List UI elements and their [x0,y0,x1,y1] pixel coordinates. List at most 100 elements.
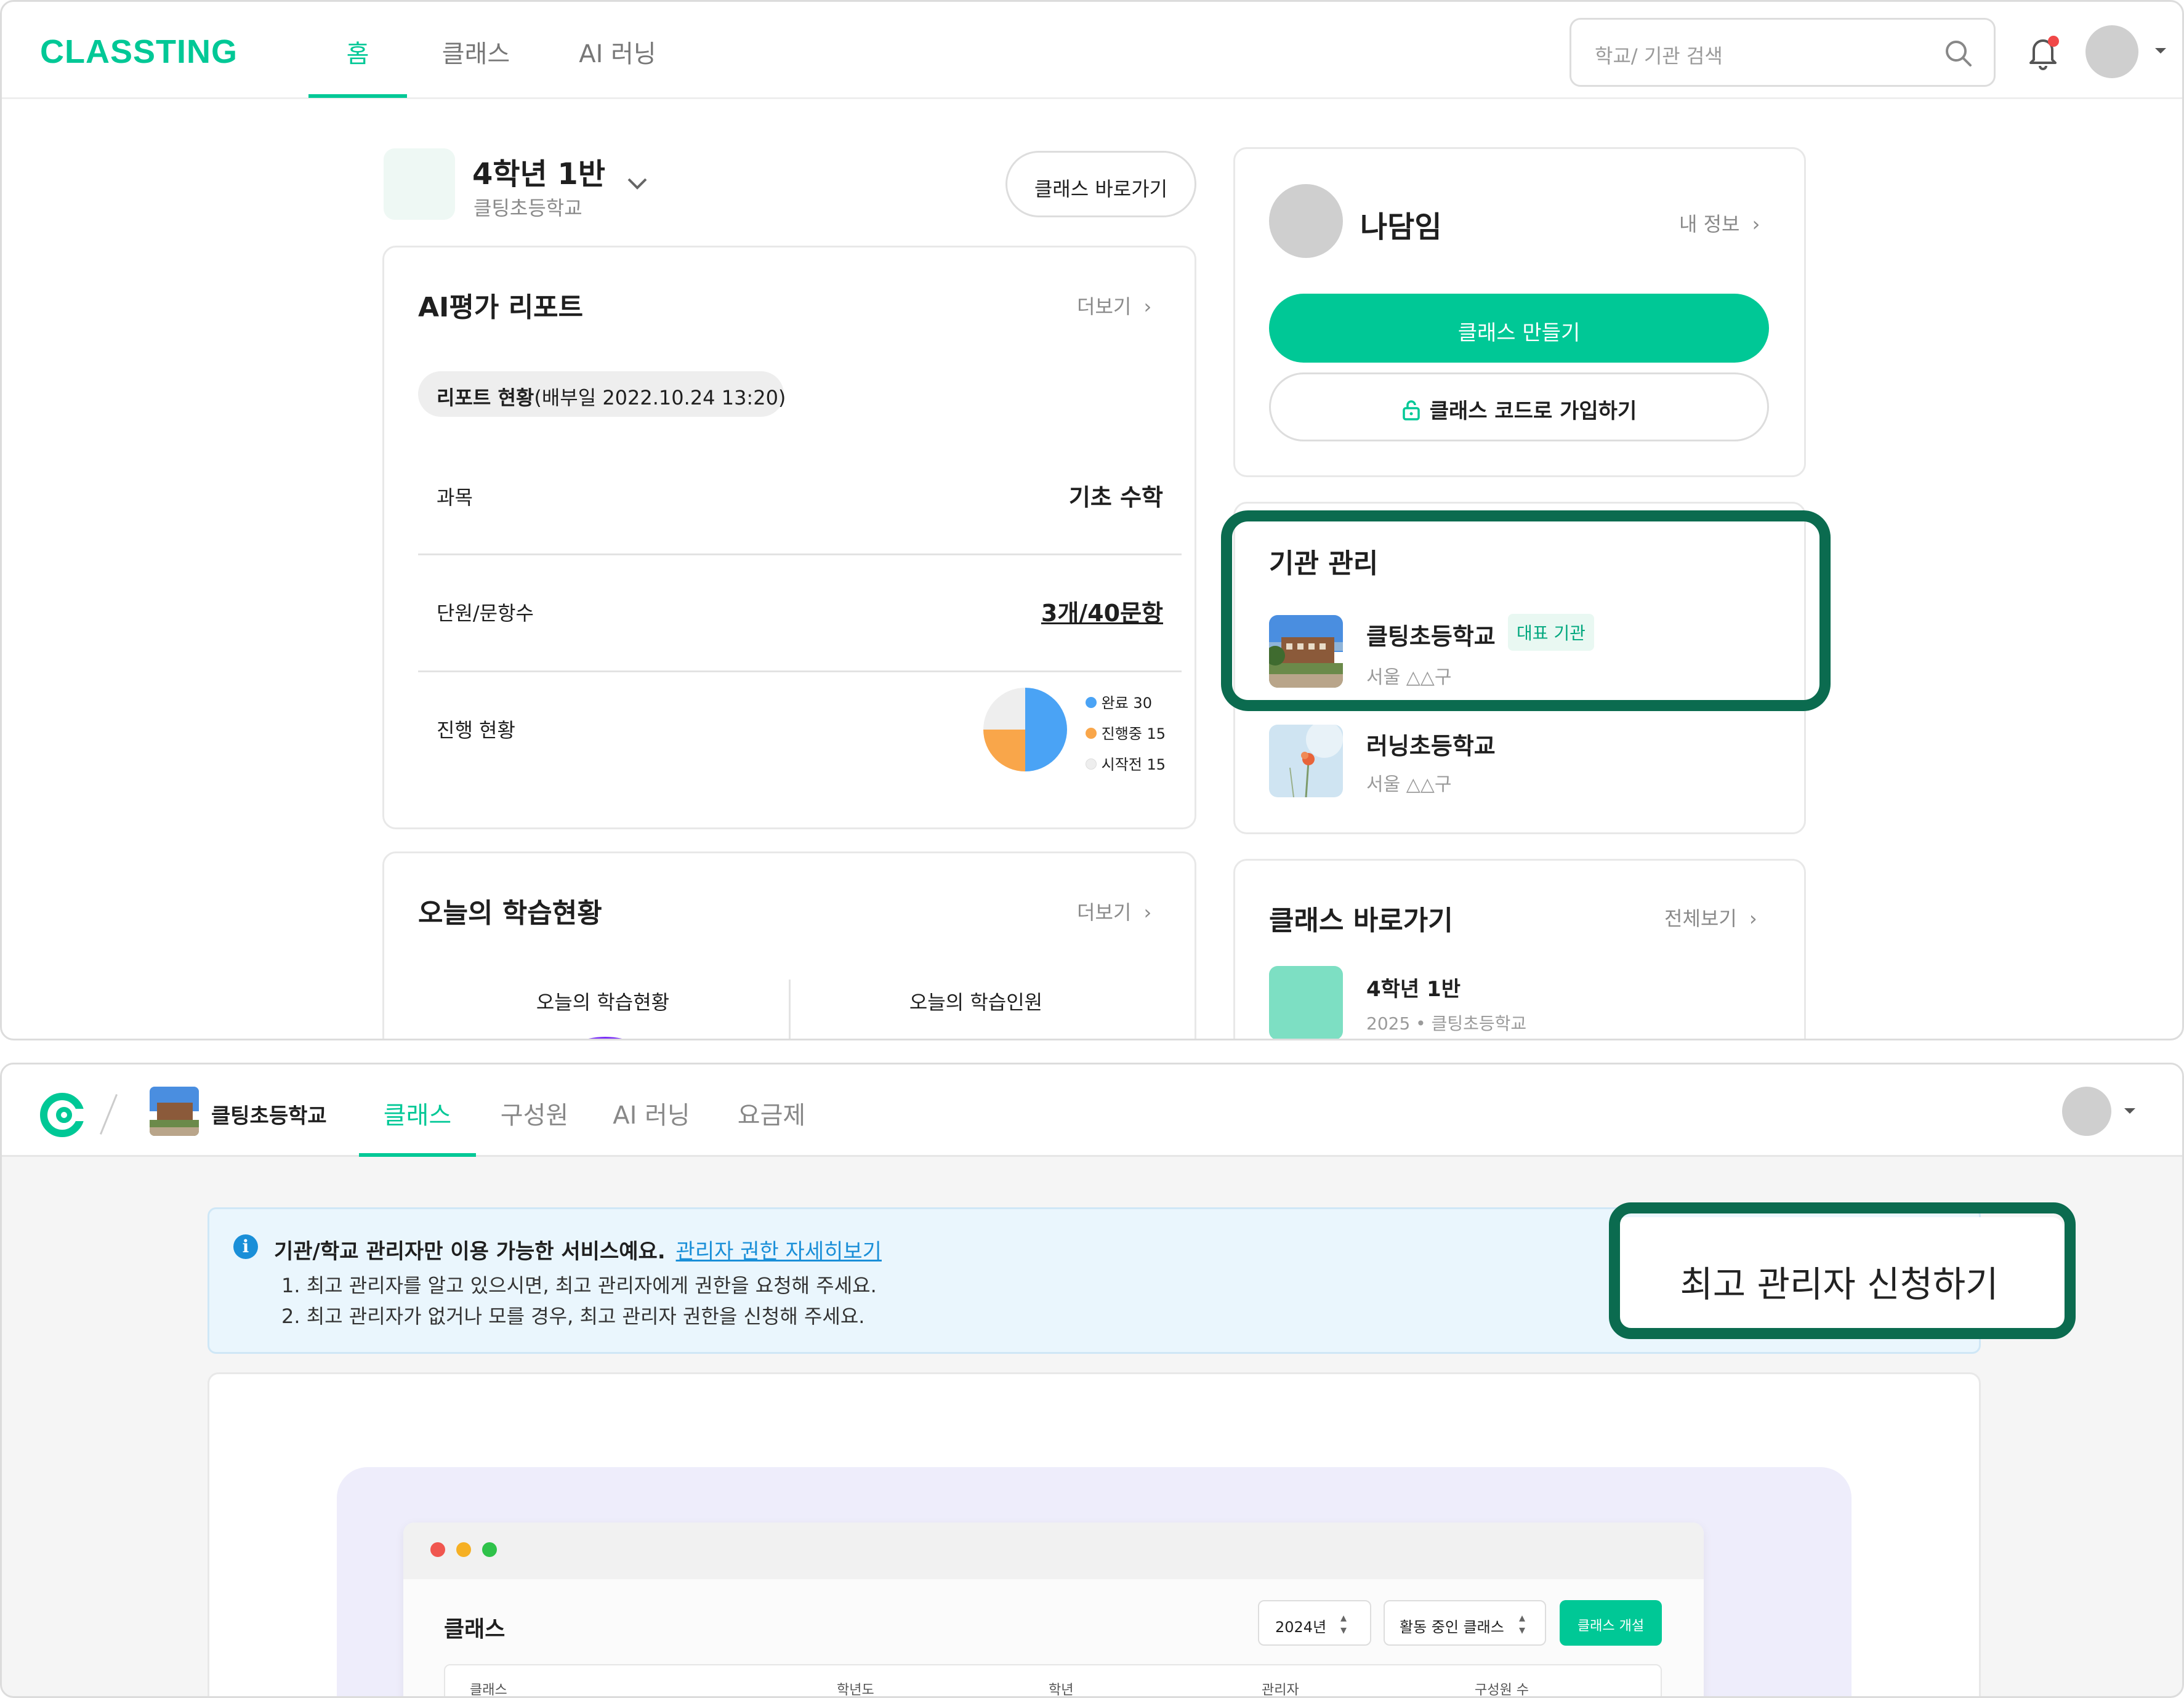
legend-item-notstarted: 시작전 15 [1086,749,1166,780]
nav-tab-home[interactable]: 홈 [308,34,407,70]
create-class-button[interactable]: 클래스 만들기 [1269,294,1769,363]
nav-tab-class[interactable]: 클래스 [427,34,525,70]
pie-slice-시작전 [983,688,1025,730]
nav-tab-ai-learning[interactable]: AI 러닝 [568,34,667,70]
more-label: 더보기 [1077,901,1132,924]
join-code-label: 클래스 코드로 가입하기 [1429,399,1637,424]
table-header-manager: 관리자 [1262,1683,1299,1698]
legend-dot [1086,697,1097,708]
chevron-down-icon[interactable] [2153,46,2168,56]
status-select-value: 활동 중인 클래스 [1400,1619,1504,1636]
lock-icon [1401,400,1421,420]
year-select[interactable]: 2024년 ▴ ▾ [1258,1600,1371,1646]
chevron-right-icon: › [1143,901,1152,924]
today-col-status: 오늘의 학습현황 [536,991,670,1014]
legend-dot [1086,728,1097,739]
classting-logo-icon[interactable] [38,1090,87,1140]
status-select[interactable]: 활동 중인 클래스 ▴ ▾ [1384,1600,1546,1646]
admin-tab-pricing[interactable]: 요금제 [719,1095,824,1131]
shortcut-class-name: 4학년 1반 [1366,977,1461,1002]
divider [418,670,1182,672]
school-photo [150,1087,199,1136]
nav-tab-indicator [308,94,407,98]
table-header-grade: 학년 [1049,1683,1074,1698]
highlight-institution-box [1221,510,1831,711]
admin-header [2,1064,2182,1157]
chevron-right-icon: › [1143,295,1152,318]
institution-item[interactable]: 러닝초등학교 서울 △△구 [1269,723,1737,799]
table-header-class: 클래스 [470,1683,507,1698]
admin-school-name[interactable]: 클팅초등학교 [211,1099,327,1129]
institution-location: 서울 △△구 [1366,774,1452,795]
highlight-request-button [1609,1202,2076,1339]
subject-label: 과목 [437,486,473,509]
admin-tab-ai-learning[interactable]: AI 러닝 [599,1095,704,1131]
join-code-content: 클래스 코드로 가입하기 [1271,394,1767,424]
unit-value-link[interactable]: 3개/40문항 [975,594,1163,628]
legend-label: 완료 30 [1101,694,1152,712]
today-col-members: 오늘의 학습인원 [909,991,1043,1014]
join-by-code-button[interactable]: 클래스 코드로 가입하기 [1269,372,1769,441]
create-class-button[interactable]: 클래스 개설 [1560,1600,1662,1646]
legend-label: 진행중 15 [1101,725,1166,742]
report-status-chip: 리포트 현황(배부일 2022.10.24 13:20) [418,371,786,417]
shortcut-class-item[interactable]: 4학년 1반 2025 • 클팅초등학교 [1269,965,1762,1039]
window-minimize-dot [456,1542,471,1557]
chevron-right-icon: › [1749,907,1757,930]
preview-title: 클래스 [444,1617,506,1642]
subject-value: 기초 수학 [1068,484,1163,511]
search-icon[interactable] [1943,38,1974,69]
year-select-value: 2024년 [1275,1619,1327,1636]
more-label: 더보기 [1077,295,1132,318]
ai-report-title: AI평가 리포트 [418,292,584,323]
pie-slice-완료 [1025,688,1067,771]
shortcut-title: 클래스 바로가기 [1269,905,1453,936]
today-more-link[interactable]: 더보기 › [1077,897,1151,925]
admin-tab-members[interactable]: 구성원 [482,1095,587,1131]
today-title: 오늘의 학습현황 [418,898,602,929]
chevron-down-icon[interactable] [2122,1106,2137,1116]
my-info-link[interactable]: 내 정보 › [1679,209,1760,237]
home-screen-panel: CLASSTING 홈 클래스 AI 러닝 학교/ 기관 검색 4학년 1반 클… [0,0,2184,1040]
search-placeholder: 학교/ 기관 검색 [1595,44,1723,68]
notice-line-1: 1. 최고 관리자를 알고 있으시면, 최고 관리자에게 권한을 요청해 주세요… [281,1274,877,1297]
legend-label: 시작전 15 [1101,756,1166,773]
class-shortcut-label: 클래스 바로가기 [1034,177,1168,201]
view-all-link[interactable]: 전체보기 › [1664,903,1757,931]
view-all-label: 전체보기 [1664,907,1737,930]
avatar [1269,184,1343,258]
search-input[interactable]: 학교/ 기관 검색 [1569,18,1996,87]
pie-slice-진행중 [983,730,1025,771]
table-header-year: 학년도 [837,1683,874,1698]
progress-pie-chart [983,688,1067,771]
create-class-label: 클래스 만들기 [1457,321,1581,345]
class-shortcut-button[interactable]: 클래스 바로가기 [1005,151,1196,217]
sort-arrows-icon: ▴ ▾ [1519,1610,1526,1637]
window-maximize-dot [482,1542,497,1557]
class-thumbnail [384,148,455,220]
table-header-members: 구성원 수 [1475,1683,1529,1698]
school-photo [1269,725,1343,797]
class-title[interactable]: 4학년 1반 [472,150,605,193]
report-status-bold: 리포트 현황 [437,386,534,409]
avatar[interactable] [2085,25,2138,78]
info-icon: i [233,1234,258,1259]
window-titlebar [403,1523,1704,1579]
class-school: 클팅초등학교 [473,196,582,220]
divider [789,980,791,1039]
progress-legend: 완료 30 진행중 15 시작전 15 [1086,688,1166,780]
avatar[interactable] [2062,1087,2111,1136]
admin-tab-class[interactable]: 클래스 [359,1095,476,1131]
legend-item-inprogress: 진행중 15 [1086,718,1166,749]
classting-logo[interactable]: CLASSTING [40,33,238,71]
my-info-label: 내 정보 [1679,212,1740,236]
unit-label: 단원/문항수 [437,602,534,625]
bell-icon[interactable] [2021,30,2065,73]
chevron-down-icon[interactable] [626,177,648,191]
ai-report-more-link[interactable]: 더보기 › [1077,291,1151,320]
notice-line-2: 2. 최고 관리자가 없거나 모를 경우, 최고 관리자 권한을 신청해 주세요… [281,1305,865,1328]
legend-item-complete: 완료 30 [1086,688,1166,718]
report-status-date: (배부일 2022.10.24 13:20) [534,386,786,409]
admin-screen-panel: 클팅초등학교 클래스 구성원 AI 러닝 요금제 i 기관/학교 관리자만 이용… [0,1063,2184,1698]
admin-permission-link[interactable]: 관리자 권한 자세히보기 [676,1239,882,1264]
